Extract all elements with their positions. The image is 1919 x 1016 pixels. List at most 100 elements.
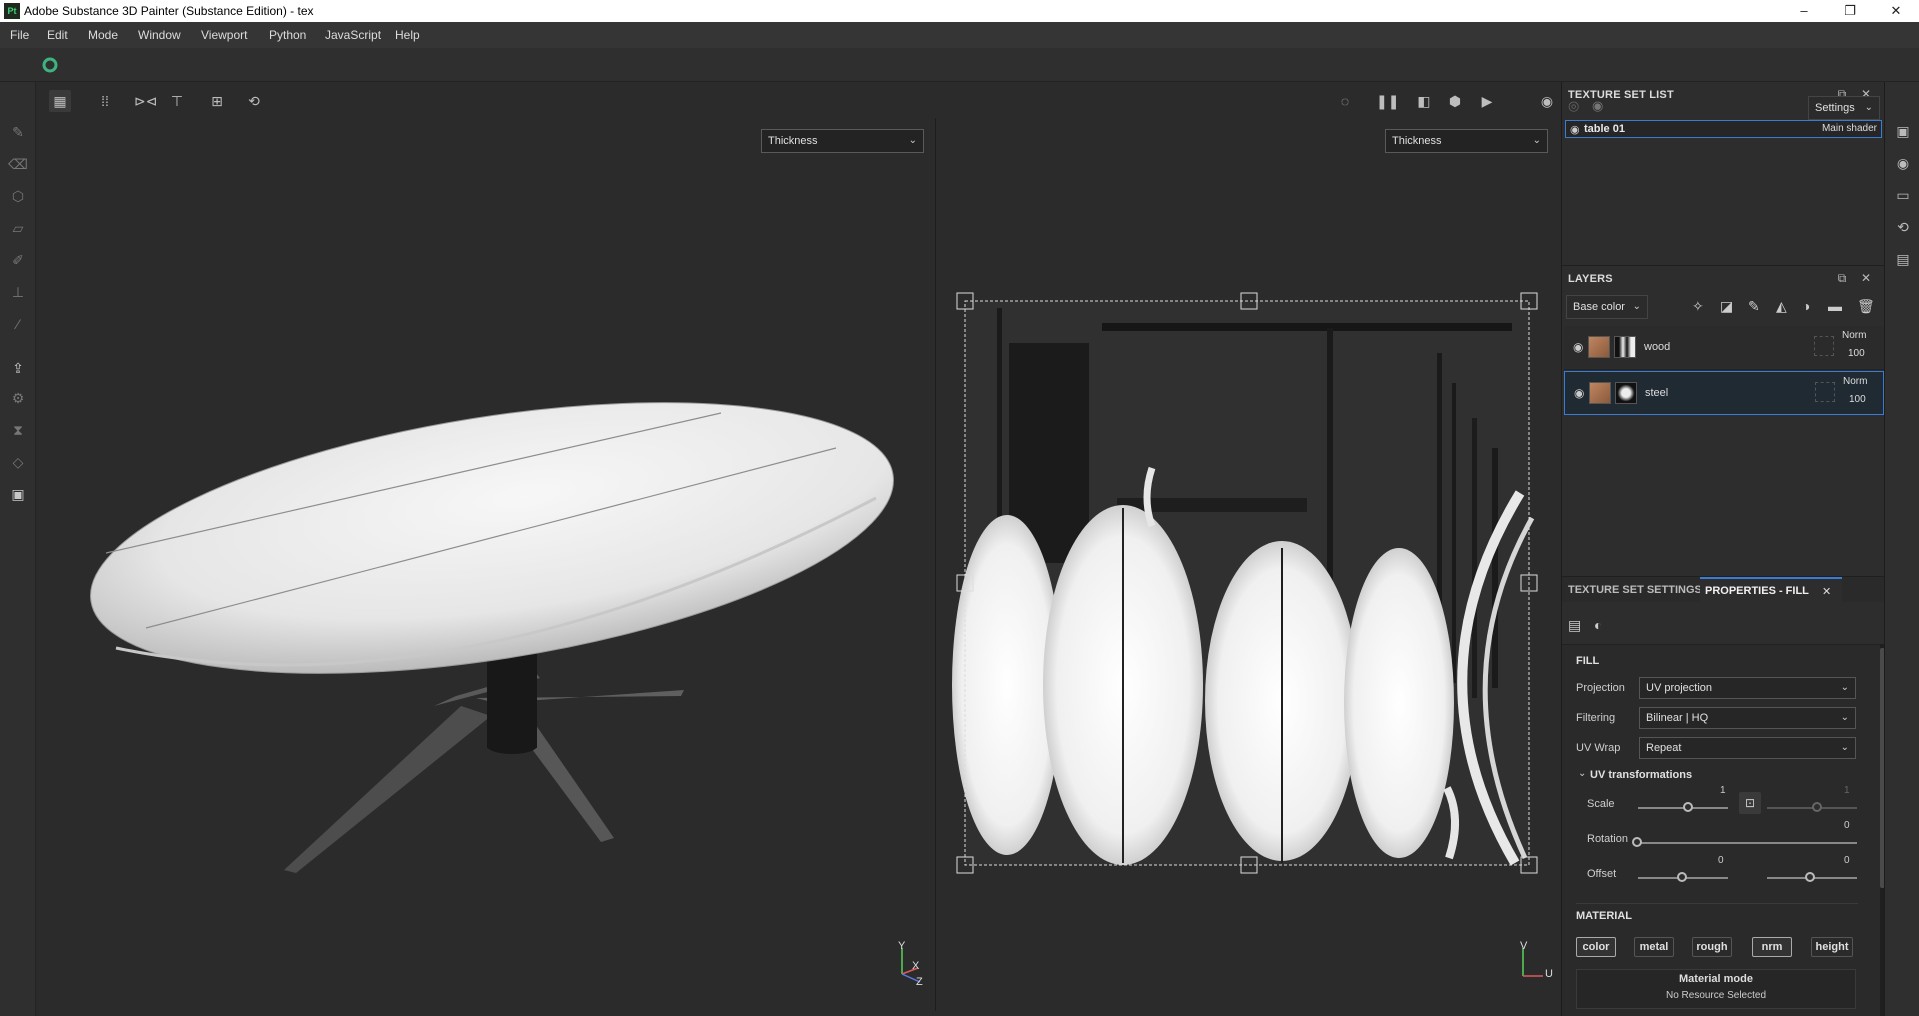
hide-viewport-icon[interactable]: ◌ [1334, 90, 1356, 112]
layer-name[interactable]: wood [1644, 341, 1670, 353]
add-fill-layer-icon[interactable]: ◭ [1776, 298, 1787, 315]
history-icon[interactable]: ⟲ [243, 90, 265, 112]
polygon-fill-icon[interactable]: ▱ [8, 218, 28, 238]
viewport-2d[interactable]: Thickness ⌄ V U [937, 118, 1560, 1011]
material-mode-box[interactable]: Material mode No Resource Selected [1576, 969, 1856, 1009]
offset-value-1[interactable]: 0 [1718, 855, 1724, 866]
projection-icon[interactable]: ⬡ [8, 186, 28, 206]
paint-brush-icon[interactable]: ✎ [8, 122, 28, 142]
tab-properties-fill[interactable]: PROPERTIES - FILL ✕ [1700, 577, 1842, 603]
table-3d-model[interactable] [36, 118, 936, 998]
offset-value-2[interactable]: 0 [1844, 855, 1850, 866]
eraser-icon[interactable]: ⌫ [8, 154, 28, 174]
menu-javascript[interactable]: JavaScript [325, 28, 381, 42]
layers-channel-dropdown[interactable]: Base color ⌄ [1566, 295, 1648, 319]
close-tab-icon[interactable]: ✕ [1822, 585, 1831, 598]
minimize-button[interactable]: – [1781, 0, 1827, 22]
grid-2d3d-icon[interactable]: ▦ [49, 90, 71, 112]
projection-select[interactable]: UV projection ⌄ [1639, 677, 1856, 699]
add-smart-material-icon[interactable]: ◑ [1802, 298, 1810, 314]
menu-help[interactable]: Help [395, 28, 420, 42]
menu-edit[interactable]: Edit [47, 28, 68, 42]
lock-icon[interactable]: ⊡ [1739, 792, 1761, 814]
cube-view-icon[interactable]: ⬢ [1444, 90, 1466, 112]
split-view-icon[interactable]: ◧ [1413, 90, 1435, 112]
log-icon[interactable]: ▤ [1894, 250, 1912, 268]
rotation-slider-knob[interactable] [1632, 837, 1642, 847]
material-metal-button[interactable]: metal [1634, 937, 1674, 957]
history-icon[interactable]: ⟲ [1894, 218, 1912, 236]
menu-python[interactable]: Python [269, 28, 306, 42]
offset-slider-1-knob[interactable] [1677, 872, 1687, 882]
material-rough-button[interactable]: rough [1692, 937, 1732, 957]
export-icon[interactable]: ⇪ [8, 358, 28, 378]
fit-view-icon[interactable]: ⊞ [206, 90, 228, 112]
clone-stamp-icon[interactable]: ⊥ [8, 282, 28, 302]
add-effect-icon[interactable]: ✧ [1692, 298, 1704, 315]
assets-icon[interactable]: ▭ [1894, 186, 1912, 204]
texture-set-shader[interactable]: Main shader [1822, 123, 1877, 134]
scale-value[interactable]: 1 [1720, 785, 1726, 796]
uv-transformations-toggle[interactable]: UV transformations [1590, 769, 1692, 781]
close-button[interactable]: ✕ [1873, 0, 1919, 22]
display-settings-icon[interactable]: ◉ [1894, 154, 1912, 172]
rotation-value[interactable]: 0 [1844, 820, 1850, 831]
layer-blend-mode[interactable]: Norm [1843, 376, 1867, 387]
layer-row[interactable]: ◉ wood Norm 100 [1564, 326, 1884, 370]
bake-icon[interactable]: ⚙ [8, 388, 28, 408]
tab-texture-set-settings[interactable]: TEXTURE SET SETTINGS [1568, 584, 1702, 596]
layer-name[interactable]: steel [1645, 387, 1668, 399]
pause-icon[interactable]: ❚❚ [1376, 90, 1399, 112]
eye-icon[interactable]: ◉ [1573, 340, 1583, 354]
viewport-3d[interactable]: Thickness ⌄ Y X Z [36, 118, 936, 1011]
restore-button[interactable]: ❐ [1827, 0, 1873, 22]
eye-icon[interactable]: ◉ [1570, 123, 1580, 136]
add-mask-icon[interactable]: ◪ [1720, 298, 1733, 315]
symmetry-horizontal-icon[interactable]: ⊳⊲ [134, 90, 157, 112]
texture-set-icon[interactable]: ▣ [1894, 122, 1912, 140]
screenshot-tool-icon[interactable]: ▣ [8, 484, 28, 504]
menu-window[interactable]: Window [138, 28, 181, 42]
layer-blend-mode[interactable]: Norm [1842, 330, 1866, 341]
delete-layer-icon[interactable]: 🗑 [1857, 298, 1875, 315]
material-color-button[interactable]: color [1576, 937, 1616, 957]
undock-icon[interactable]: ⧉ [1835, 271, 1849, 285]
add-folder-icon[interactable]: ▬ [1828, 298, 1842, 314]
layer-opacity[interactable]: 100 [1848, 348, 1865, 359]
rotation-slider-track[interactable] [1638, 842, 1857, 844]
scale-slider-knob[interactable] [1683, 802, 1693, 812]
menu-file[interactable]: File [10, 28, 29, 42]
menu-mode[interactable]: Mode [88, 28, 118, 42]
layer-mask-thumbnail[interactable] [1615, 382, 1637, 404]
grid-dots-icon[interactable]: ⁞⁞ [94, 90, 116, 112]
close-panel-icon[interactable]: ✕ [1859, 271, 1873, 285]
camera-video-icon[interactable]: ▶ [1476, 90, 1498, 112]
properties-settings-icon[interactable]: ▤ [1568, 617, 1581, 634]
offset-slider-2-knob[interactable] [1805, 872, 1815, 882]
chevron-down-icon[interactable]: ⌄ [1578, 768, 1586, 779]
scale-slider-2-knob[interactable] [1812, 802, 1822, 812]
filtering-select[interactable]: Bilinear | HQ ⌄ [1639, 707, 1856, 729]
color-picker-icon[interactable]: ⁄ [8, 314, 28, 334]
scale-value-2[interactable]: 1 [1844, 785, 1850, 796]
hourglass-icon[interactable]: ⧗ [8, 420, 28, 440]
properties-material-icon[interactable]: ◐ [1594, 617, 1602, 633]
menu-viewport[interactable]: Viewport [201, 28, 247, 42]
eye-icon[interactable]: ◉ [1592, 98, 1603, 114]
camera-screenshot-icon[interactable]: ◉ [1536, 90, 1558, 112]
symmetry-vertical-icon[interactable]: ⊤ [166, 90, 188, 112]
texture-set-row[interactable]: ◉ table 01 Main shader [1565, 120, 1882, 138]
smudge-icon[interactable]: ✐ [8, 250, 28, 270]
eye-icon[interactable]: ◉ [1574, 386, 1584, 400]
layer-row[interactable]: ◉ steel Norm 100 [1564, 371, 1884, 415]
layer-opacity[interactable]: 100 [1849, 394, 1866, 405]
visibility-off-icon[interactable]: ◎ [1568, 98, 1579, 114]
add-paint-layer-icon[interactable]: ✎ [1748, 298, 1760, 315]
uv-layout-canvas[interactable] [937, 118, 1560, 998]
uv-tool-icon[interactable]: ◇ [8, 452, 28, 472]
layer-mask-thumbnail[interactable] [1614, 336, 1636, 358]
texture-set-settings-dropdown[interactable]: Settings ⌄ [1808, 96, 1880, 120]
sync-status-icon[interactable] [42, 57, 58, 73]
material-nrm-button[interactable]: nrm [1752, 937, 1792, 957]
material-height-button[interactable]: height [1811, 937, 1853, 957]
